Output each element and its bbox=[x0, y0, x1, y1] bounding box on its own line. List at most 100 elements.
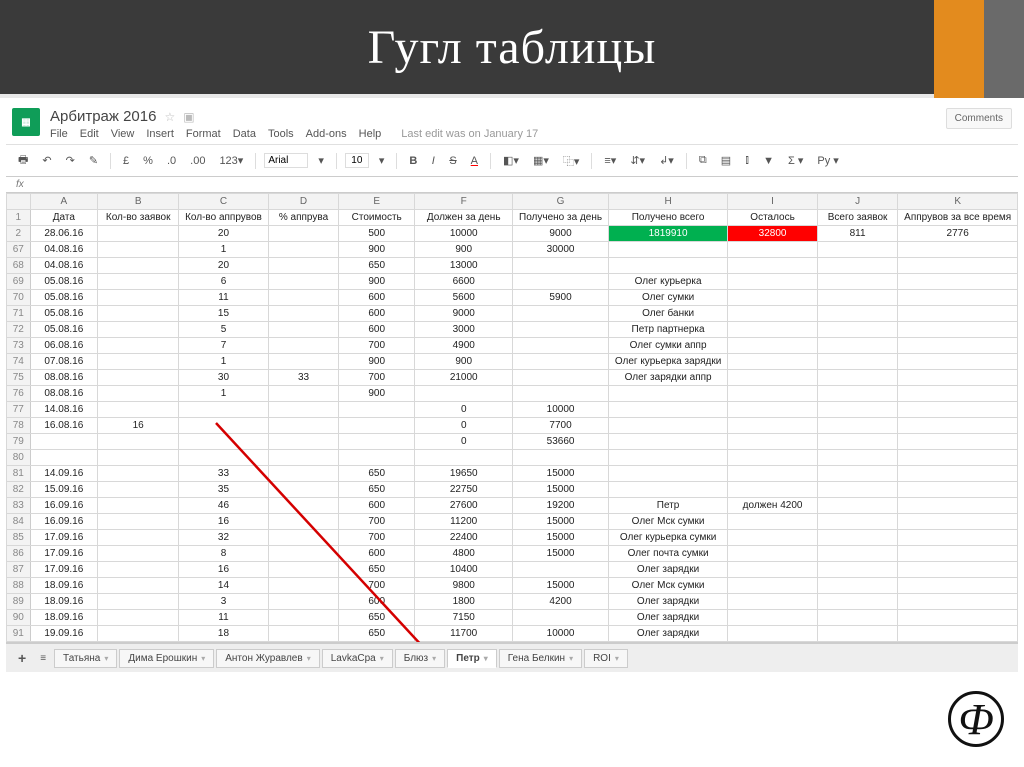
cell[interactable] bbox=[817, 402, 898, 418]
cell[interactable] bbox=[817, 306, 898, 322]
menu-insert[interactable]: Insert bbox=[146, 128, 174, 140]
cell[interactable] bbox=[817, 482, 898, 498]
cell[interactable] bbox=[608, 242, 728, 258]
cell[interactable]: 5 bbox=[179, 322, 269, 338]
bold-icon[interactable]: B bbox=[405, 153, 421, 169]
cell[interactable]: Олег зарядки аппр bbox=[608, 370, 728, 386]
cell[interactable] bbox=[817, 354, 898, 370]
cell[interactable] bbox=[728, 306, 817, 322]
cell[interactable] bbox=[513, 306, 609, 322]
cell[interactable]: 18.09.16 bbox=[30, 578, 98, 594]
cell[interactable] bbox=[268, 626, 339, 642]
sheets-logo-icon[interactable]: ▦ bbox=[12, 108, 40, 136]
cell[interactable]: 700 bbox=[339, 370, 415, 386]
cell[interactable]: 35 bbox=[179, 482, 269, 498]
cell[interactable] bbox=[268, 514, 339, 530]
cell[interactable] bbox=[268, 450, 339, 466]
cell[interactable]: Олег зарядки bbox=[608, 562, 728, 578]
cell[interactable] bbox=[898, 242, 1018, 258]
row-num[interactable]: 81 bbox=[7, 466, 31, 482]
cell[interactable] bbox=[513, 562, 609, 578]
cell[interactable]: 05.08.16 bbox=[30, 274, 98, 290]
cell[interactable] bbox=[728, 258, 817, 274]
cell[interactable] bbox=[728, 322, 817, 338]
cell[interactable]: 1819910 bbox=[608, 226, 728, 242]
cell[interactable]: 15 bbox=[179, 306, 269, 322]
cell[interactable] bbox=[268, 274, 339, 290]
cell[interactable] bbox=[728, 242, 817, 258]
cell[interactable]: должен 4200 bbox=[728, 498, 817, 514]
cell[interactable]: 15000 bbox=[513, 578, 609, 594]
cell[interactable]: 16 bbox=[179, 514, 269, 530]
cell[interactable] bbox=[817, 242, 898, 258]
cell[interactable]: 19.09.16 bbox=[30, 626, 98, 642]
cell[interactable] bbox=[268, 498, 339, 514]
cell[interactable]: 8 bbox=[179, 546, 269, 562]
cell[interactable] bbox=[608, 402, 728, 418]
cell[interactable]: 08.08.16 bbox=[30, 386, 98, 402]
folder-icon[interactable]: ▣ bbox=[183, 110, 194, 124]
cell[interactable]: 650 bbox=[339, 562, 415, 578]
cell[interactable] bbox=[608, 466, 728, 482]
cell[interactable]: 600 bbox=[339, 306, 415, 322]
cell[interactable] bbox=[728, 594, 817, 610]
cell[interactable]: Олег Мск сумки bbox=[608, 578, 728, 594]
cell[interactable]: 700 bbox=[339, 514, 415, 530]
cell[interactable]: 6 bbox=[179, 274, 269, 290]
row-num[interactable]: 88 bbox=[7, 578, 31, 594]
header-cell[interactable]: Дата bbox=[30, 210, 98, 226]
cell[interactable] bbox=[898, 402, 1018, 418]
cell[interactable]: 650 bbox=[339, 626, 415, 642]
cell[interactable]: 06.08.16 bbox=[30, 338, 98, 354]
cell[interactable] bbox=[513, 354, 609, 370]
text-color-icon[interactable]: A bbox=[467, 153, 482, 169]
cell[interactable] bbox=[728, 386, 817, 402]
cell[interactable] bbox=[728, 610, 817, 626]
cell[interactable]: 17.09.16 bbox=[30, 562, 98, 578]
header-cell[interactable]: % аппрува bbox=[268, 210, 339, 226]
cell[interactable] bbox=[608, 386, 728, 402]
corner-cell[interactable] bbox=[7, 194, 31, 210]
cell[interactable] bbox=[817, 434, 898, 450]
tab-dropdown-icon[interactable]: ▾ bbox=[569, 654, 573, 663]
tab-dropdown-icon[interactable]: ▾ bbox=[615, 654, 619, 663]
cell[interactable]: 650 bbox=[339, 466, 415, 482]
cell[interactable] bbox=[268, 258, 339, 274]
cell[interactable] bbox=[728, 338, 817, 354]
valign-icon[interactable]: ⇵▾ bbox=[626, 152, 649, 169]
cell[interactable]: 600 bbox=[339, 546, 415, 562]
menu-view[interactable]: View bbox=[111, 128, 135, 140]
cell[interactable] bbox=[817, 514, 898, 530]
sheet-tab[interactable]: ROI▾ bbox=[584, 649, 628, 668]
cell[interactable] bbox=[608, 418, 728, 434]
cell[interactable]: 20 bbox=[179, 226, 269, 242]
cell[interactable]: 32800 bbox=[728, 226, 817, 242]
cell[interactable]: 6600 bbox=[415, 274, 513, 290]
cell[interactable]: 18.09.16 bbox=[30, 594, 98, 610]
row-num[interactable]: 74 bbox=[7, 354, 31, 370]
header-cell[interactable]: Кол-во заявок bbox=[98, 210, 179, 226]
cell[interactable] bbox=[898, 338, 1018, 354]
cell[interactable] bbox=[30, 450, 98, 466]
row-num[interactable]: 69 bbox=[7, 274, 31, 290]
cell[interactable] bbox=[898, 354, 1018, 370]
sheet-tab[interactable]: Гена Белкин▾ bbox=[499, 649, 582, 668]
cell[interactable] bbox=[898, 258, 1018, 274]
cell[interactable] bbox=[898, 450, 1018, 466]
cell[interactable]: Олег зарядки bbox=[608, 610, 728, 626]
cell[interactable] bbox=[898, 498, 1018, 514]
cell[interactable] bbox=[268, 594, 339, 610]
cell[interactable]: 33 bbox=[179, 466, 269, 482]
cell[interactable]: 5600 bbox=[415, 290, 513, 306]
cell[interactable]: 11200 bbox=[415, 514, 513, 530]
cell[interactable] bbox=[98, 258, 179, 274]
cell[interactable] bbox=[268, 354, 339, 370]
cell[interactable] bbox=[98, 594, 179, 610]
cell[interactable]: 04.08.16 bbox=[30, 242, 98, 258]
menu-data[interactable]: Data bbox=[233, 128, 256, 140]
cell[interactable] bbox=[339, 450, 415, 466]
halign-icon[interactable]: ≡▾ bbox=[600, 152, 620, 169]
col-header-C[interactable]: C bbox=[179, 194, 269, 210]
cell[interactable] bbox=[268, 290, 339, 306]
cell[interactable]: 10000 bbox=[513, 626, 609, 642]
